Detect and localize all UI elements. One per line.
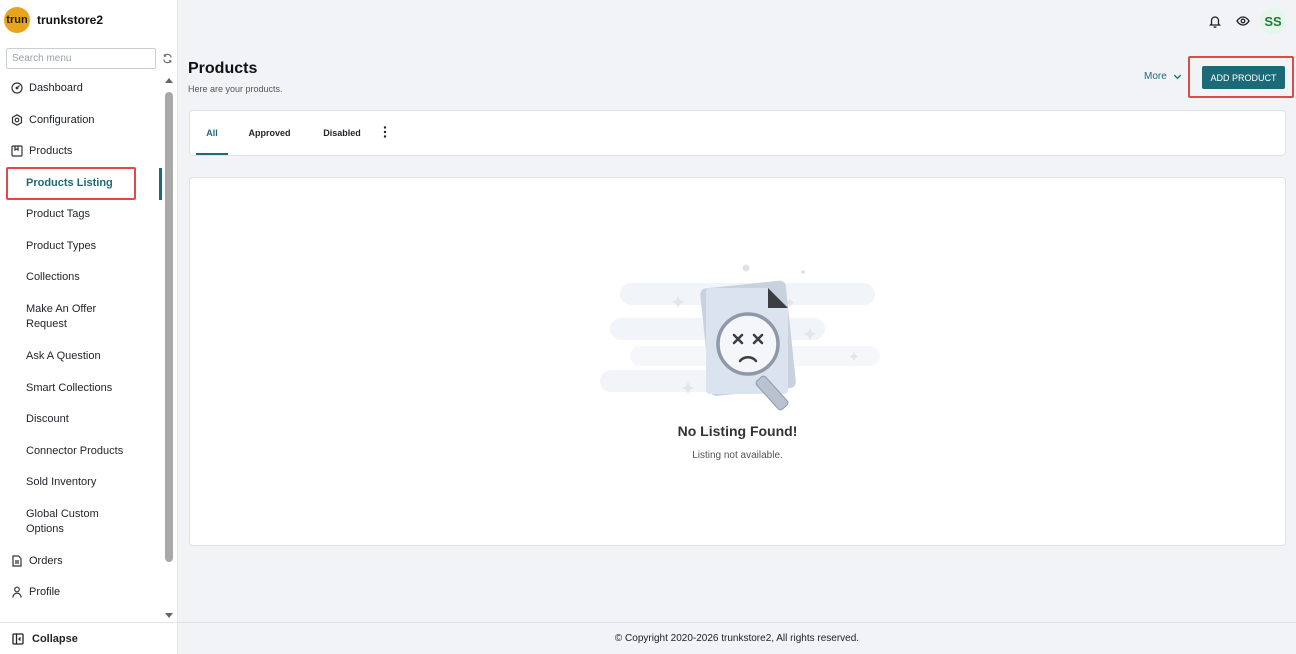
page-title: Products: [188, 60, 258, 77]
sidebar-item-label: Make An Offer Request: [26, 303, 97, 330]
more-dropdown[interactable]: More: [1144, 71, 1183, 82]
collapse-label: Collapse: [32, 632, 78, 645]
sidebar-item-label: Smart Collections: [26, 381, 113, 394]
scroll-down-arrow-icon[interactable]: [165, 613, 173, 618]
sidebar-item-ask-a-question[interactable]: Ask A Question: [0, 346, 162, 366]
chevron-down-icon: [1173, 74, 1181, 80]
tab-all[interactable]: All: [196, 111, 228, 155]
refresh-icon[interactable]: [162, 53, 173, 64]
store-logo: trun: [4, 7, 30, 33]
sidebar-item-product-types[interactable]: Product Types: [0, 236, 162, 256]
collapse-button[interactable]: Collapse: [0, 622, 178, 654]
orders-icon: [12, 555, 22, 567]
sidebar-scrollbar[interactable]: [164, 78, 174, 618]
bell-icon[interactable]: [1208, 14, 1222, 28]
sidebar-item-label: Sold Inventory: [26, 475, 97, 488]
no-results-illustration-icon: [600, 264, 880, 411]
scroll-up-arrow-icon[interactable]: [165, 78, 173, 83]
sidebar-item-label: Discount: [26, 412, 69, 425]
sidebar-item-label: Product Types: [26, 239, 97, 252]
more-options-icon[interactable]: [379, 125, 391, 139]
sidebar-item-collections[interactable]: Collections: [0, 267, 162, 287]
listing-card: No Listing Found! Listing not available.: [189, 177, 1286, 546]
brand[interactable]: trun trunkstore2: [4, 7, 103, 33]
store-name: trunkstore2: [37, 13, 104, 27]
sidebar-item-label: Products Listing: [26, 176, 113, 189]
topbar-actions: SS: [1194, 8, 1286, 34]
empty-state-title: No Listing Found!: [677, 423, 798, 439]
sidebar-item-label: Collections: [26, 270, 80, 283]
sidebar-item-label: Product Tags: [26, 207, 91, 220]
menu-search-row: [6, 47, 174, 69]
sidebar-item-label: Connector Products: [26, 444, 124, 457]
sidebar-item-products-listing[interactable]: Products Listing: [0, 173, 162, 193]
sidebar-item-label: Profile: [29, 586, 61, 598]
sidebar-menu: Dashboard Configuration Products Product…: [0, 73, 162, 617]
sidebar-item-products[interactable]: Products: [0, 141, 162, 161]
sidebar-item-sold-inventory[interactable]: Sold Inventory: [0, 472, 162, 492]
sidebar-item-product-tags[interactable]: Product Tags: [0, 204, 162, 224]
sidebar-item-dashboard[interactable]: Dashboard: [0, 78, 162, 98]
more-label: More: [1144, 71, 1167, 82]
add-product-button[interactable]: ADD PRODUCT: [1202, 66, 1285, 89]
sidebar-item-label: Global Custom Options: [26, 508, 99, 535]
active-indicator: [159, 168, 162, 200]
footer: © Copyright 2020-2026 trunkstore2, All r…: [178, 622, 1296, 654]
sidebar-item-label: Products: [29, 145, 73, 157]
page-subtitle: Here are your products.: [188, 84, 283, 94]
copyright-text: © Copyright 2020-2026 trunkstore2, All r…: [614, 633, 860, 644]
empty-state-message: Listing not available.: [692, 450, 783, 461]
menu-search-input[interactable]: [6, 47, 156, 69]
profile-icon: [12, 586, 22, 598]
tab-approved[interactable]: Approved: [242, 111, 297, 155]
sidebar-item-global-custom-options[interactable]: Global Custom Options: [0, 506, 110, 538]
filter-tabs: All Approved Disabled: [189, 110, 1286, 156]
sidebar-item-orders[interactable]: Orders: [0, 551, 162, 571]
sidebar-item-connector-products[interactable]: Connector Products: [0, 441, 162, 461]
avatar[interactable]: SS: [1260, 8, 1286, 34]
sidebar-item-discount[interactable]: Discount: [0, 409, 162, 429]
sidebar-item-label: Ask A Question: [26, 349, 101, 362]
tab-disabled[interactable]: Disabled: [316, 111, 368, 155]
sidebar-item-label: Dashboard: [29, 82, 83, 94]
sidebar-item-label: Orders: [29, 555, 63, 567]
sidebar-item-configuration[interactable]: Configuration: [0, 110, 162, 130]
dashboard-icon: [11, 82, 23, 94]
scroll-thumb[interactable]: [165, 92, 173, 562]
collapse-sidebar-icon: [12, 632, 24, 645]
products-icon: [11, 145, 23, 157]
settings-icon: [11, 114, 23, 126]
sidebar-item-smart-collections[interactable]: Smart Collections: [0, 378, 162, 398]
sidebar: trun trunkstore2 Dashboard Configuration…: [0, 0, 178, 654]
sidebar-item-label: Configuration: [29, 114, 95, 126]
eye-icon[interactable]: [1236, 14, 1250, 28]
sidebar-item-make-an-offer-request[interactable]: Make An Offer Request: [0, 301, 110, 333]
sidebar-item-profile[interactable]: Profile: [0, 582, 162, 602]
